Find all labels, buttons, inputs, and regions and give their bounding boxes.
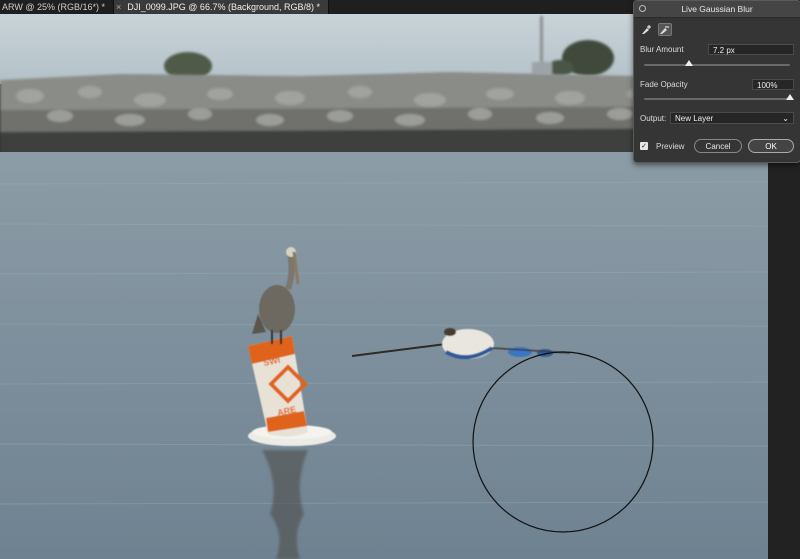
blur-amount-slider[interactable] <box>644 60 790 66</box>
document-tab-dji[interactable]: × DJI_0099.JPG @ 66.7% (Background, RGB/… <box>114 0 329 14</box>
preview-checkbox[interactable]: ✓ <box>640 142 648 150</box>
fade-opacity-row: Fade Opacity 100% <box>640 79 794 90</box>
dialog-footer: ✓ Preview Cancel OK <box>640 139 794 153</box>
output-label: Output: <box>640 113 667 123</box>
fade-opacity-slider-thumb[interactable] <box>786 94 794 100</box>
tab-label: ARW @ 25% (RGB/16*) * <box>2 2 105 12</box>
blur-amount-slider-thumb[interactable] <box>685 60 694 66</box>
preview-option[interactable]: ✓ Preview <box>640 142 684 151</box>
output-row: Output: New Layer ⌄ <box>640 112 794 124</box>
ok-button[interactable]: OK <box>748 139 794 153</box>
dialog-title: Live Gaussian Blur <box>681 4 753 14</box>
live-gaussian-blur-dialog: Live Gaussian Blur Blur Amount 7.2 px Fa… <box>633 0 800 163</box>
cancel-button[interactable]: Cancel <box>694 139 742 153</box>
close-icon[interactable]: × <box>116 2 121 12</box>
output-select[interactable]: New Layer ⌄ <box>670 112 794 124</box>
dialog-title-bar[interactable]: Live Gaussian Blur <box>634 1 800 18</box>
tab-label: DJI_0099.JPG @ 66.7% (Background, RGB/8)… <box>127 2 320 12</box>
water <box>0 152 768 559</box>
fade-opacity-slider[interactable] <box>644 94 794 100</box>
blur-brush-tools <box>640 23 672 36</box>
blur-brush-subtract-icon[interactable] <box>658 23 672 36</box>
preview-label: Preview <box>656 141 685 151</box>
blur-amount-row: Blur Amount 7.2 px <box>640 44 794 55</box>
output-selected-value: New Layer <box>675 113 714 123</box>
close-icon[interactable] <box>639 5 646 12</box>
blur-amount-label: Blur Amount <box>640 45 684 54</box>
fade-opacity-field[interactable]: 100% <box>752 79 794 90</box>
fade-opacity-label: Fade Opacity <box>640 80 688 89</box>
chevron-down-icon: ⌄ <box>782 113 789 123</box>
document-tab-arw[interactable]: ARW @ 25% (RGB/16*) * <box>0 0 114 14</box>
blur-brush-add-icon[interactable] <box>640 23 654 36</box>
blur-amount-field[interactable]: 7.2 px <box>708 44 794 55</box>
dialog-buttons: Cancel OK <box>694 139 794 153</box>
